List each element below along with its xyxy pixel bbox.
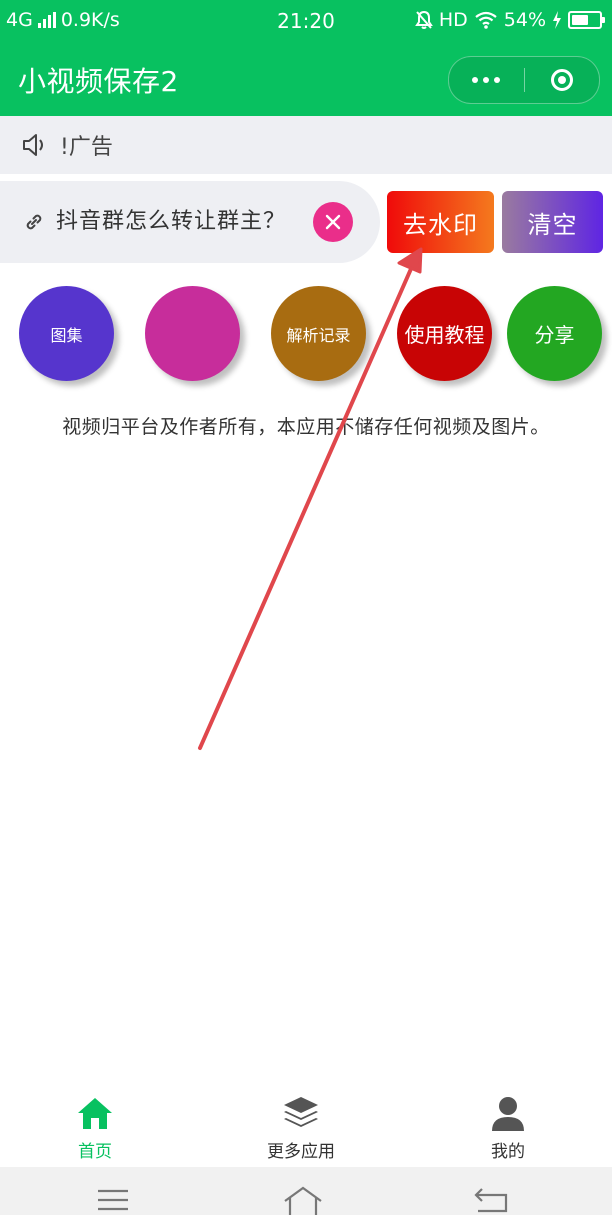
more-dots-icon (472, 77, 501, 83)
share-button[interactable]: 分享 (507, 286, 602, 381)
notice-bar: !广告 (0, 116, 612, 174)
link-input-value[interactable]: 抖音群怎么转让群主？ (56, 203, 286, 235)
tab-mine[interactable]: 我的 (463, 1085, 553, 1167)
parse-history-button[interactable]: 解析记录 (271, 286, 366, 381)
remove-watermark-button[interactable]: 去水印 (387, 191, 494, 253)
system-nav-bar (0, 1167, 612, 1215)
battery-icon (568, 11, 605, 29)
miniprogram-capsule (448, 56, 600, 104)
back-icon[interactable] (470, 1185, 514, 1215)
speaker-icon (23, 134, 43, 156)
disclaimer-text: 视频归平台及作者所有，本应用不储存任何视频及图片。 (62, 416, 550, 438)
more-menu-button[interactable] (449, 57, 524, 103)
tab-more-apps[interactable]: 更多应用 (251, 1085, 351, 1167)
tab-home-label: 首页 (78, 1142, 112, 1162)
target-icon (550, 69, 573, 91)
close-miniprogram-button[interactable] (525, 57, 600, 103)
tab-home[interactable]: 首页 (50, 1085, 140, 1167)
title-bar: 小视频保存2 (0, 42, 612, 116)
tab-more-apps-label: 更多应用 (267, 1142, 335, 1162)
system-home-icon[interactable] (281, 1185, 325, 1215)
menu-icon[interactable] (91, 1185, 135, 1215)
page-title: 小视频保存2 (18, 65, 179, 98)
wifi-icon (475, 11, 497, 29)
bell-off-icon (414, 10, 433, 29)
bottom-tab-bar: 首页 更多应用 我的 (0, 1085, 612, 1167)
charging-icon (553, 11, 561, 29)
notice-text: !广告 (60, 135, 113, 160)
hd-indicator: HD (438, 9, 468, 31)
link-icon (26, 214, 42, 230)
tutorial-button[interactable]: 使用教程 (397, 286, 492, 381)
clear-input-button[interactable] (313, 202, 353, 242)
home-icon (78, 1098, 112, 1129)
layers-icon (284, 1097, 318, 1127)
gallery-button[interactable]: 图集 (19, 286, 114, 381)
tab-mine-label: 我的 (491, 1142, 525, 1162)
blank-circle-button[interactable] (145, 286, 240, 381)
battery-percent: 54% (503, 9, 546, 31)
status-right: HD 54% (414, 9, 605, 31)
close-icon (325, 214, 341, 230)
user-icon (492, 1097, 524, 1131)
app-screen: 4G 0.9K/s 21:20 HD 54% 小视频保存2 !广告 抖音群怎么转… (0, 0, 612, 1215)
status-bar: 4G 0.9K/s 21:20 HD 54% (0, 0, 612, 42)
clear-button[interactable]: 清空 (502, 191, 603, 253)
